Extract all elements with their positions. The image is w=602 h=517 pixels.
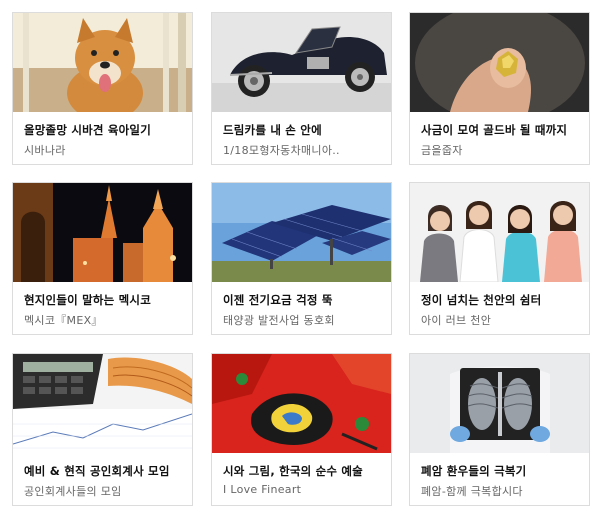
cafe-name: 금을줍자 — [421, 144, 463, 157]
smiling-women-photo[interactable] — [410, 183, 589, 282]
gold-nugget-photo[interactable] — [410, 13, 589, 112]
chest-xray-photo[interactable] — [410, 354, 589, 453]
mexico-cathedral-night-photo[interactable] — [13, 183, 192, 282]
solar-panels-photo[interactable] — [212, 183, 391, 282]
cafe-title[interactable]: 드림카를 내 손 안에 — [223, 122, 387, 138]
cafe-title[interactable]: 정이 넘치는 천안의 쉼터 — [421, 292, 585, 308]
cafe-name: 폐암-함께 극복합시다 — [421, 485, 523, 498]
cafe-grid: 올망졸망 시바견 육아일기 시바나라 드림카를 내 손 안에 1/18모형자동차… — [0, 0, 602, 517]
cafe-card[interactable]: 사금이 모여 골드바 될 때까지 금을줍자 — [409, 12, 590, 165]
cafe-name: 태양광 발전사업 동호회 — [223, 314, 335, 327]
cafe-title[interactable]: 시와 그림, 한국의 순수 예술 — [223, 463, 387, 479]
cafe-card[interactable]: 올망졸망 시바견 육아일기 시바나라 — [12, 12, 193, 165]
cafe-title[interactable]: 현지인들이 말하는 멕시코 — [24, 292, 188, 308]
cafe-name: 멕시코『MEX』 — [24, 314, 103, 327]
cafe-name: 공인회계사들의 모임 — [24, 485, 122, 498]
shiba-puppy-photo[interactable] — [13, 13, 192, 112]
cafe-title[interactable]: 예비 & 현직 공인회계사 모임 — [24, 463, 188, 479]
cafe-card[interactable]: 폐암 환우들의 극복기 폐암-함께 극복합시다 — [409, 353, 590, 506]
cafe-card[interactable]: 현지인들이 말하는 멕시코 멕시코『MEX』 — [12, 182, 193, 335]
calculator-banknotes-photo[interactable] — [13, 354, 192, 453]
cafe-card[interactable]: 이젠 전기요금 걱정 뚝 태양광 발전사업 동호회 — [211, 182, 392, 335]
cafe-name: 1/18모형자동차매니아.. — [223, 144, 340, 157]
cafe-card[interactable]: 정이 넘치는 천안의 쉼터 아이 러브 천안 — [409, 182, 590, 335]
cafe-title[interactable]: 사금이 모여 골드바 될 때까지 — [421, 122, 585, 138]
cafe-name: 시바나라 — [24, 144, 66, 157]
cafe-title[interactable]: 올망졸망 시바견 육아일기 — [24, 122, 188, 138]
cafe-title[interactable]: 이젠 전기요금 걱정 뚝 — [223, 292, 387, 308]
abstract-painting-photo[interactable] — [212, 354, 391, 453]
classic-model-car-photo[interactable] — [212, 13, 391, 112]
cafe-name: I Love Fineart — [223, 483, 302, 496]
cafe-card[interactable]: 드림카를 내 손 안에 1/18모형자동차매니아.. — [211, 12, 392, 165]
cafe-name: 아이 러브 천안 — [421, 314, 492, 327]
cafe-card[interactable]: 시와 그림, 한국의 순수 예술 I Love Fineart — [211, 353, 392, 506]
cafe-card[interactable]: 예비 & 현직 공인회계사 모임 공인회계사들의 모임 — [12, 353, 193, 506]
cafe-title[interactable]: 폐암 환우들의 극복기 — [421, 463, 585, 479]
